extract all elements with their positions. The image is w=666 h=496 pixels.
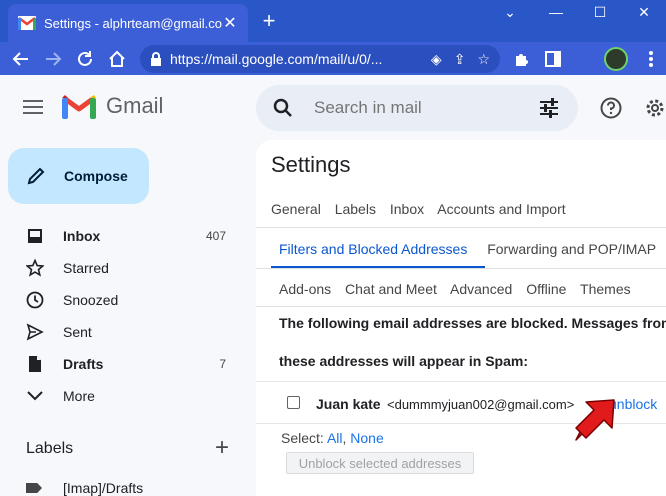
maximize-window-icon[interactable]: ☐: [590, 4, 610, 22]
unblock-selected-addresses-button[interactable]: Unblock selected addresses: [286, 452, 474, 474]
close-window-icon[interactable]: ✕: [634, 4, 654, 22]
tab-themes[interactable]: Themes: [580, 281, 631, 297]
help-question-icon[interactable]: [600, 97, 622, 119]
chevron-down-icon: [26, 387, 44, 405]
blocked-addresses-description: The following email addresses are blocke…: [279, 315, 666, 331]
inbox-count: 407: [205, 229, 226, 243]
side-panel-icon[interactable]: [542, 48, 564, 70]
star-icon: [26, 259, 44, 277]
browser-tab-title: Settings - alphrteam@gmail.com: [44, 15, 222, 31]
tab-divider: [256, 268, 666, 269]
profile-avatar[interactable]: [604, 47, 628, 71]
gmail-logo-icon[interactable]: [62, 93, 96, 119]
select-controls: Select: All, None: [281, 430, 384, 446]
search-icon[interactable]: [272, 97, 294, 119]
home-icon[interactable]: [106, 48, 128, 70]
tab-labels[interactable]: Labels: [335, 201, 376, 217]
tab-forwarding-and-pop-imap[interactable]: Forwarding and POP/IMAP: [487, 241, 656, 257]
compose-label: Compose: [64, 168, 128, 184]
sidebar-item-label: More: [63, 388, 95, 404]
compose-button[interactable]: Compose: [8, 148, 149, 204]
drafts-count: 7: [219, 357, 226, 371]
view-icon[interactable]: ◈: [431, 51, 442, 68]
sidebar-item-snoozed[interactable]: Snoozed: [0, 284, 240, 316]
sidebar-item-label: Sent: [63, 324, 92, 340]
forward-arrow-icon[interactable]: [42, 48, 64, 70]
sidebar-item-label: Drafts: [63, 356, 104, 372]
red-pointer-arrow-icon: [575, 399, 615, 441]
clock-icon: [26, 291, 44, 309]
select-label: Select:: [281, 430, 324, 446]
browser-tab-active[interactable]: Settings - alphrteam@gmail.com ✕: [8, 4, 248, 42]
tab-search-chevron-icon[interactable]: ⌄: [500, 4, 520, 22]
pencil-icon: [27, 167, 45, 185]
tab-offline[interactable]: Offline: [526, 281, 566, 297]
blocked-sender-name: Juan kate: [316, 396, 381, 412]
new-tab-button[interactable]: +: [258, 10, 280, 32]
add-label-plus-icon[interactable]: +: [212, 436, 232, 460]
lock-icon: [151, 52, 161, 66]
tab-accounts-and-import[interactable]: Accounts and Import: [437, 201, 565, 217]
select-none-link[interactable]: None: [350, 430, 383, 446]
sidebar-item-drafts[interactable]: Drafts 7: [0, 348, 240, 380]
main-menu-hamburger-icon[interactable]: [22, 97, 44, 117]
reload-icon[interactable]: [74, 48, 96, 70]
minimize-window-icon[interactable]: —: [546, 4, 566, 22]
sidebar-item-sent[interactable]: Sent: [0, 316, 240, 348]
blocked-addresses-description-cont: these addresses will appear in Spam:: [279, 353, 528, 369]
select-all-link[interactable]: All: [327, 430, 343, 446]
settings-tabs-row-1: General Labels Inbox Accounts and Import: [271, 201, 576, 217]
page-title: Settings: [271, 152, 351, 177]
tab-close-icon[interactable]: ✕: [222, 15, 238, 32]
sidebar-nav: Inbox 407 Starred Snoozed Sent Drafts 7 …: [0, 220, 240, 412]
gmail-wordmark: Gmail: [106, 93, 164, 118]
tab-divider: [256, 306, 666, 307]
browser-menu-kebab-icon[interactable]: [640, 48, 662, 70]
browser-toolbar: https://mail.google.com/mail/u/0/... ◈ ⇪…: [0, 42, 666, 75]
extensions-puzzle-icon[interactable]: [510, 48, 532, 70]
blocked-sender-email: <dummmyjuan002@gmail.com>: [387, 397, 575, 412]
sidebar-item-label: Snoozed: [63, 292, 119, 308]
settings-tabs-row-3: Add-ons Chat and Meet Advanced Offline T…: [279, 281, 641, 297]
settings-tabs-row-2: Filters and Blocked Addresses Forwarding…: [279, 241, 666, 257]
sidebar-item-label: Inbox: [63, 228, 101, 244]
search-input[interactable]: [314, 98, 524, 118]
inbox-icon: [26, 227, 44, 245]
label-tag-icon: [26, 483, 42, 493]
sidebar-item-starred[interactable]: Starred: [0, 252, 240, 284]
share-icon[interactable]: ⇪: [454, 51, 466, 68]
bookmark-star-icon[interactable]: ☆: [477, 51, 490, 68]
labels-heading: Labels: [26, 440, 74, 457]
blocked-address-checkbox[interactable]: [287, 396, 300, 409]
tab-general[interactable]: General: [271, 201, 321, 217]
sidebar-item-more[interactable]: More: [0, 380, 240, 412]
url-text: https://mail.google.com/mail/u/0/...: [170, 51, 383, 67]
draft-icon: [26, 355, 44, 373]
settings-gear-icon[interactable]: [644, 97, 666, 119]
sidebar-item-inbox[interactable]: Inbox 407: [0, 220, 240, 252]
gmail-header: Gmail: [0, 75, 666, 139]
gmail-favicon-icon: [18, 16, 36, 30]
tab-divider: [256, 227, 666, 228]
browser-tabstrip: Settings - alphrteam@gmail.com ✕ + ⌄ — ☐…: [0, 0, 666, 42]
send-icon: [26, 323, 44, 341]
tab-chat-and-meet[interactable]: Chat and Meet: [345, 281, 437, 297]
search-bar[interactable]: [256, 85, 578, 131]
tab-filters-and-blocked-addresses[interactable]: Filters and Blocked Addresses: [279, 241, 467, 257]
label-item-imap-drafts[interactable]: [Imap]/Drafts: [26, 480, 143, 496]
tab-advanced[interactable]: Advanced: [450, 281, 512, 297]
tab-add-ons[interactable]: Add-ons: [279, 281, 331, 297]
label-item-text: [Imap]/Drafts: [63, 480, 144, 496]
sidebar-item-label: Starred: [63, 260, 109, 276]
back-arrow-icon[interactable]: [10, 48, 32, 70]
address-bar[interactable]: https://mail.google.com/mail/u/0/... ◈ ⇪…: [140, 45, 500, 73]
search-options-tune-icon[interactable]: [538, 97, 560, 119]
tab-inbox[interactable]: Inbox: [390, 201, 424, 217]
